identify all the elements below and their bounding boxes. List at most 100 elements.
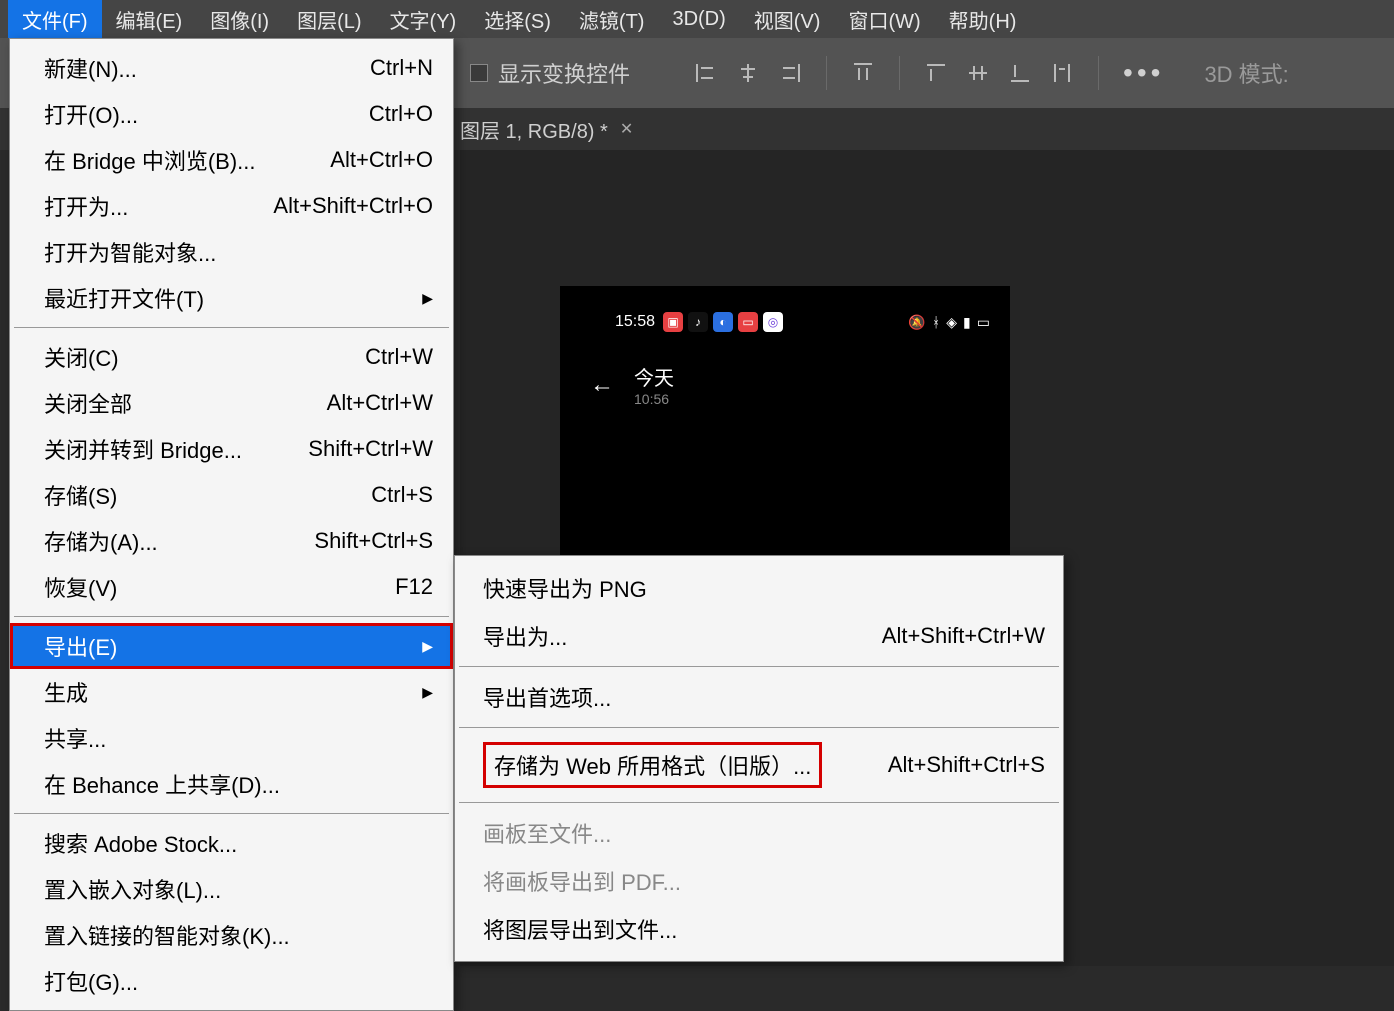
- submenu-item[interactable]: 存储为 Web 所用格式（旧版）...Alt+Shift+Ctrl+S: [455, 734, 1063, 796]
- submenu-item: 画板至文件...: [455, 809, 1063, 857]
- close-tab-icon[interactable]: ✕: [620, 119, 633, 139]
- menu-item-shortcut: Ctrl+O: [369, 101, 433, 127]
- menu-separator: [14, 616, 449, 617]
- submenu-item-label: 将画板导出到 PDF...: [483, 865, 681, 897]
- app-icon: ◐: [713, 312, 733, 332]
- menu-item[interactable]: 打开(O)... Ctrl+O: [10, 91, 453, 137]
- menu-item-label: 新建(N)...: [44, 52, 137, 84]
- menu-view[interactable]: 视图(V): [740, 0, 835, 38]
- menu-item[interactable]: 搜索 Adobe Stock...: [10, 820, 453, 866]
- menu-edit[interactable]: 编辑(E): [102, 0, 197, 38]
- menu-help[interactable]: 帮助(H): [935, 0, 1031, 38]
- bluetooth-icon: ᚼ: [932, 314, 940, 330]
- menu-item-shortcut: Alt+Shift+Ctrl+O: [273, 193, 433, 219]
- menu-item[interactable]: 置入链接的智能对象(K)...: [10, 912, 453, 958]
- submenu-item-shortcut: Alt+Shift+Ctrl+W: [882, 623, 1045, 649]
- align-left-icon[interactable]: [694, 61, 718, 85]
- submenu-item[interactable]: 导出首选项...: [455, 673, 1063, 721]
- menu-item[interactable]: 导出(E) ▶: [10, 623, 453, 669]
- align-top-icon[interactable]: [851, 61, 875, 85]
- menu-item-label: 打开(O)...: [44, 98, 138, 130]
- menu-item[interactable]: 打开为智能对象...: [10, 229, 453, 275]
- menu-item-label: 置入嵌入对象(L)...: [44, 873, 221, 905]
- menu-item-shortcut: Ctrl+N: [370, 55, 433, 81]
- submenu-item[interactable]: 快速导出为 PNG: [455, 564, 1063, 612]
- menu-item-label: 恢复(V): [44, 571, 117, 603]
- menu-filter[interactable]: 滤镜(T): [565, 0, 659, 38]
- menu-item-label: 导出(E): [44, 630, 117, 662]
- tab-label: 图层 1, RGB/8) *: [460, 115, 608, 144]
- canvas-document[interactable]: 15:58 ▣ ♪ ◐ ▭ ◎ 🔕 ᚼ ◈ ▮ ▭ ← 今天: [560, 286, 1010, 562]
- menu-item-label: 最近打开文件(T): [44, 282, 204, 314]
- menu-item-shortcut: Shift+Ctrl+S: [314, 528, 433, 554]
- distribute-top-icon[interactable]: [924, 61, 948, 85]
- menu-file[interactable]: 文件(F): [8, 0, 102, 38]
- menu-item[interactable]: 置入嵌入对象(L)...: [10, 866, 453, 912]
- menu-bar: 文件(F) 编辑(E) 图像(I) 图层(L) 文字(Y) 选择(S) 滤镜(T…: [0, 0, 1394, 38]
- signal-icon: ▮: [963, 314, 971, 331]
- menu-item-label: 共享...: [44, 722, 106, 754]
- menu-item-shortcut: Alt+Ctrl+O: [330, 147, 433, 173]
- submenu-item-label: 导出首选项...: [483, 681, 611, 713]
- menu-type[interactable]: 文字(Y): [376, 0, 471, 38]
- menu-item[interactable]: 关闭(C)Ctrl+W: [10, 334, 453, 380]
- menu-item-label: 打开为智能对象...: [44, 236, 216, 268]
- status-time: 15:58: [615, 313, 655, 331]
- back-arrow-icon[interactable]: ←: [590, 371, 614, 399]
- menu-item-label: 存储为(A)...: [44, 525, 158, 557]
- submenu-arrow-icon: ▶: [422, 638, 433, 655]
- menu-separator: [14, 813, 449, 814]
- menu-item[interactable]: 存储(S) Ctrl+S: [10, 472, 453, 518]
- menu-item-shortcut: Ctrl+W: [365, 344, 433, 370]
- mode-3d-label[interactable]: 3D 模式:: [1204, 57, 1288, 89]
- more-options-icon[interactable]: •••: [1123, 57, 1164, 89]
- menu-item-label: 关闭并转到 Bridge...: [44, 433, 242, 465]
- menu-item[interactable]: 生成▶: [10, 669, 453, 715]
- menu-item[interactable]: 恢复(V) F12: [10, 564, 453, 610]
- wifi-icon: ◈: [946, 314, 957, 331]
- divider-icon: [826, 56, 827, 90]
- menu-layer[interactable]: 图层(L): [283, 0, 375, 38]
- menu-select[interactable]: 选择(S): [470, 0, 565, 38]
- menu-item[interactable]: 新建(N)... Ctrl+N: [10, 45, 453, 91]
- distribute-spacing-icon[interactable]: [1050, 61, 1074, 85]
- show-transform-controls[interactable]: 显示变换控件: [470, 57, 630, 89]
- menu-item[interactable]: 关闭并转到 Bridge... Shift+Ctrl+W: [10, 426, 453, 472]
- submenu-item[interactable]: 导出为...Alt+Shift+Ctrl+W: [455, 612, 1063, 660]
- divider-icon: [1098, 56, 1099, 90]
- menu-item-label: 存储(S): [44, 479, 117, 511]
- menu-window[interactable]: 窗口(W): [834, 0, 934, 38]
- submenu-item[interactable]: 将图层导出到文件...: [455, 905, 1063, 953]
- menu-item-shortcut: Shift+Ctrl+W: [308, 436, 433, 462]
- menu-item[interactable]: 打开为...Alt+Shift+Ctrl+O: [10, 183, 453, 229]
- distribute-bottom-icon[interactable]: [1008, 61, 1032, 85]
- menu-separator: [459, 802, 1059, 803]
- status-indicators: 🔕 ᚼ ◈ ▮ ▭: [908, 314, 990, 331]
- distribute-center-v-icon[interactable]: [966, 61, 990, 85]
- menu-item[interactable]: 在 Behance 上共享(D)...: [10, 761, 453, 807]
- menu-image[interactable]: 图像(I): [196, 0, 283, 38]
- menu-item-label: 搜索 Adobe Stock...: [44, 827, 237, 859]
- align-icons: •••: [694, 56, 1164, 90]
- menu-item[interactable]: 关闭全部Alt+Ctrl+W: [10, 380, 453, 426]
- menu-3d[interactable]: 3D(D): [658, 0, 739, 38]
- menu-item-label: 在 Behance 上共享(D)...: [44, 768, 280, 800]
- document-tab[interactable]: 图层 1, RGB/8) * ✕: [460, 115, 633, 144]
- app-icon: ▣: [663, 312, 683, 332]
- menu-item-label: 置入链接的智能对象(K)...: [44, 919, 290, 951]
- menu-item-shortcut: F12: [395, 574, 433, 600]
- menu-item[interactable]: 存储为(A)... Shift+Ctrl+S: [10, 518, 453, 564]
- menu-item[interactable]: 共享...: [10, 715, 453, 761]
- align-center-h-icon[interactable]: [736, 61, 760, 85]
- menu-item[interactable]: 打包(G)...: [10, 958, 453, 1004]
- app-icon: ◎: [763, 312, 783, 332]
- export-submenu: 快速导出为 PNG导出为...Alt+Shift+Ctrl+W 导出首选项... 存…: [454, 555, 1064, 962]
- menu-item-label: 生成: [44, 676, 88, 708]
- file-dropdown-menu: 新建(N)... Ctrl+N 打开(O)... Ctrl+O 在 Bridge 中浏览…: [9, 38, 454, 1011]
- menu-item[interactable]: 在 Bridge 中浏览(B)...Alt+Ctrl+O: [10, 137, 453, 183]
- menu-item-shortcut: Ctrl+S: [371, 482, 433, 508]
- submenu-item-label: 存储为 Web 所用格式（旧版）...: [483, 742, 822, 788]
- header-title: 今天: [634, 362, 674, 391]
- menu-item[interactable]: 最近打开文件(T)▶: [10, 275, 453, 321]
- align-right-icon[interactable]: [778, 61, 802, 85]
